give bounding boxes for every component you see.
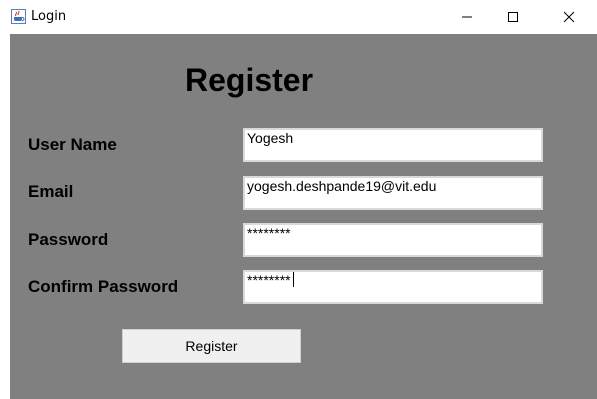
close-icon — [563, 11, 575, 23]
maximize-button[interactable] — [490, 0, 536, 34]
text-caret — [293, 272, 294, 287]
login-window: Login Register User Name Email Password … — [0, 0, 597, 399]
close-button[interactable] — [546, 0, 592, 34]
register-button[interactable]: Register — [122, 329, 301, 363]
confirm-password-label: Confirm Password — [28, 277, 179, 296]
email-field[interactable] — [243, 176, 543, 210]
title-bar[interactable]: Login — [0, 0, 597, 34]
page-title: Register — [185, 62, 314, 98]
register-panel: Register User Name Email Password Confir… — [10, 34, 597, 399]
password-label: Password — [28, 230, 109, 249]
minimize-icon — [462, 16, 472, 18]
minimize-button[interactable] — [444, 0, 490, 34]
email-label: Email — [28, 182, 74, 201]
java-cup-icon — [11, 9, 26, 24]
username-label: User Name — [28, 135, 117, 154]
maximize-icon — [508, 12, 518, 22]
username-field[interactable] — [243, 128, 543, 162]
confirm-password-field[interactable] — [243, 270, 543, 304]
window-title: Login — [31, 9, 67, 24]
password-field[interactable] — [243, 223, 543, 257]
